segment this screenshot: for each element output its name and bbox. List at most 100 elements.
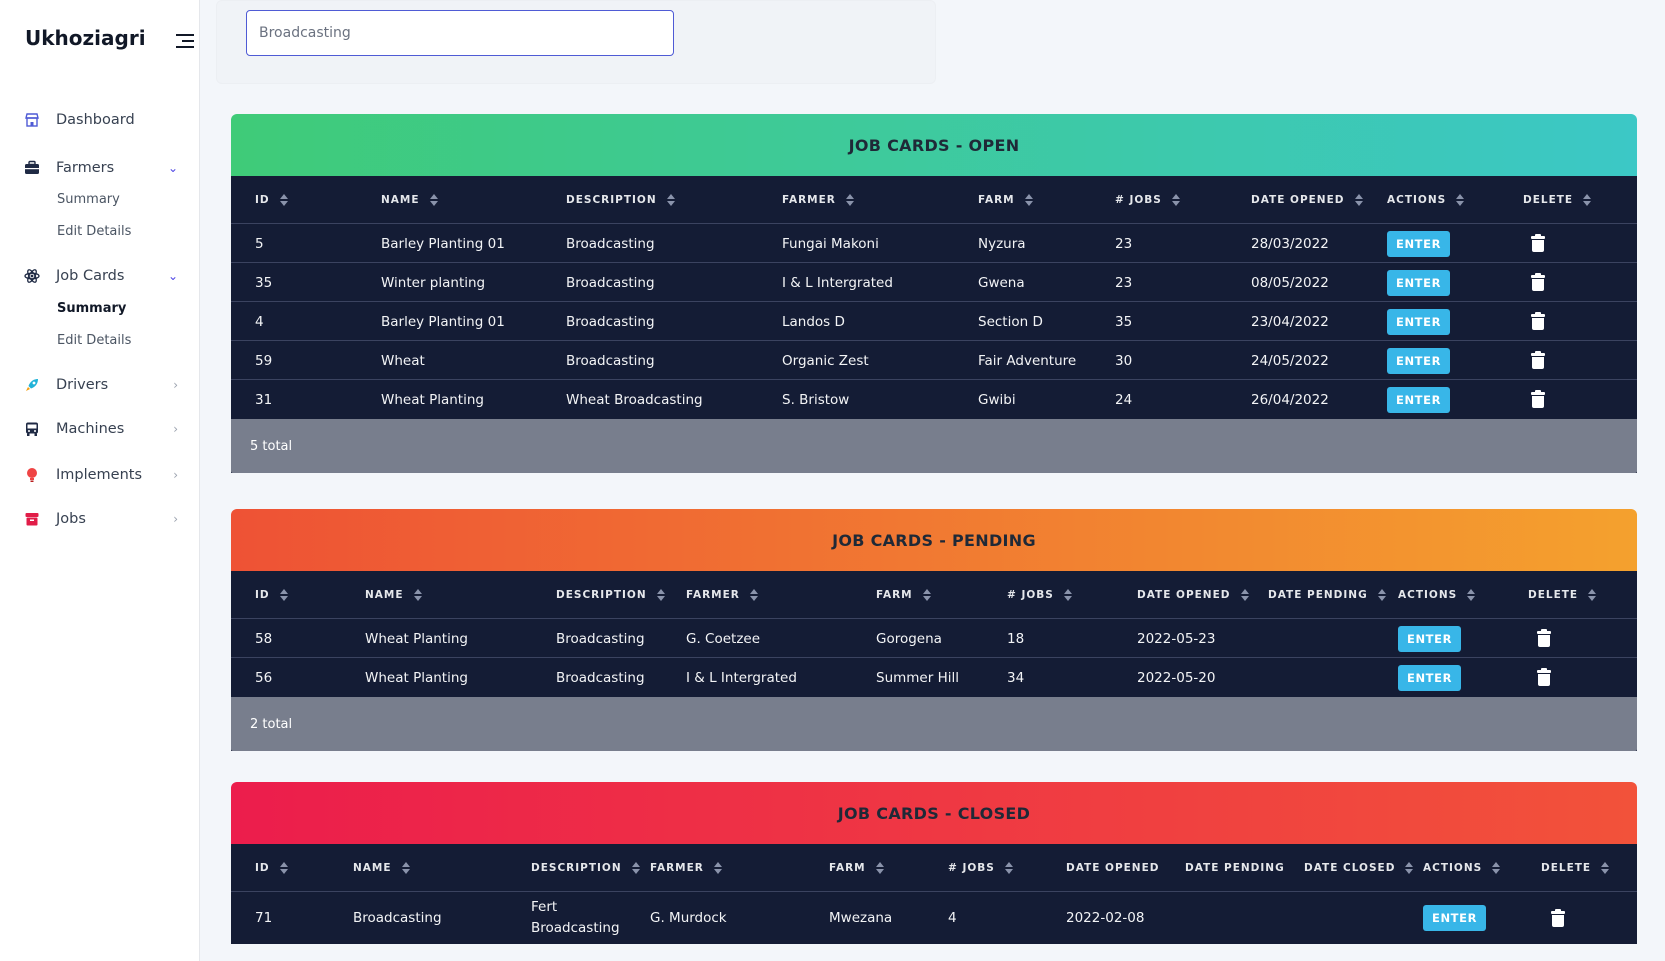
enter-button[interactable]: ENTER xyxy=(1398,625,1462,652)
col-header-farmer[interactable]: FARMER xyxy=(782,176,854,224)
atom-icon xyxy=(22,266,42,286)
sort-icon xyxy=(1583,194,1592,206)
col-header-date-opened[interactable]: DATE OPENED xyxy=(1137,571,1249,619)
cell-jobs: 4 xyxy=(948,910,957,926)
sort-icon xyxy=(413,589,422,601)
sort-icon xyxy=(1467,589,1476,601)
col-header-date-opened[interactable]: DATE OPENED xyxy=(1066,844,1160,892)
table-footer-total: 5 total xyxy=(231,419,1637,473)
sort-icon xyxy=(1063,589,1072,601)
sort-icon xyxy=(279,194,288,206)
search-input[interactable] xyxy=(246,10,674,56)
chevron-right-icon: › xyxy=(173,378,178,392)
table-body: 71 Broadcasting Fert Broadcasting G. Mur… xyxy=(231,892,1637,944)
trash-icon[interactable] xyxy=(1551,908,1565,927)
sidebar-item-label: Drivers xyxy=(56,377,109,393)
col-header-farm[interactable]: FARM xyxy=(876,571,931,619)
sidebar-item-job-cards[interactable]: Job Cards ⌄ xyxy=(22,262,182,290)
sidebar-item-machines[interactable]: Machines › xyxy=(22,415,182,443)
sort-icon xyxy=(749,589,758,601)
sidebar-subitem-job-cards-edit-details[interactable]: Edit Details xyxy=(57,333,131,348)
cell-name: Broadcasting xyxy=(353,910,442,926)
col-header-delete[interactable]: DELETE xyxy=(1528,571,1597,619)
sidebar-subitem-job-cards-summary[interactable]: Summary xyxy=(57,301,126,316)
sidebar-item-implements[interactable]: Implements › xyxy=(22,461,182,489)
sidebar-item-dashboard[interactable]: Dashboard xyxy=(22,106,182,134)
sort-icon xyxy=(922,589,931,601)
enter-button[interactable]: ENTER xyxy=(1387,269,1451,296)
panel-title: JOB CARDS - PENDING xyxy=(231,509,1637,571)
col-header-description[interactable]: DESCRIPTION xyxy=(556,571,665,619)
brand-logo[interactable]: Ukhoziagri xyxy=(25,26,146,50)
col-header-name[interactable]: NAME xyxy=(365,571,422,619)
col-header-description[interactable]: DESCRIPTION xyxy=(566,176,675,224)
table-row: 5 Barley Planting 01 Broadcasting Fungai… xyxy=(231,224,1637,263)
cell-date-opened: 26/04/2022 xyxy=(1251,391,1329,408)
cell-description: Broadcasting xyxy=(566,274,655,291)
col-header-farmer[interactable]: FARMER xyxy=(686,571,758,619)
col-header-description[interactable]: DESCRIPTION xyxy=(531,844,640,892)
col-header-name[interactable]: NAME xyxy=(353,844,410,892)
sort-icon xyxy=(401,862,410,874)
cell-date-opened: 2022-02-08 xyxy=(1066,910,1145,926)
cell-farmer: S. Bristow xyxy=(782,391,850,408)
col-header-farm[interactable]: FARM xyxy=(978,176,1033,224)
sort-icon xyxy=(1024,194,1033,206)
col-header-date-opened[interactable]: DATE OPENED xyxy=(1251,176,1363,224)
trash-icon[interactable] xyxy=(1537,668,1551,686)
col-header-id[interactable]: ID xyxy=(255,176,288,224)
trash-icon[interactable] xyxy=(1537,629,1551,647)
job-cards-pending-panel: JOB CARDS - PENDING ID NAME DESCRIPTION … xyxy=(231,509,1637,751)
panel-title: JOB CARDS - OPEN xyxy=(231,114,1637,176)
trash-icon[interactable] xyxy=(1531,390,1545,408)
col-header-jobs[interactable]: # JOBS xyxy=(1007,571,1072,619)
trash-icon[interactable] xyxy=(1531,234,1545,252)
col-header-date-pending[interactable]: DATE PENDING xyxy=(1185,844,1285,892)
col-header-id[interactable]: ID xyxy=(255,571,288,619)
col-header-delete[interactable]: DELETE xyxy=(1541,844,1610,892)
col-header-date-pending[interactable]: DATE PENDING xyxy=(1268,571,1386,619)
job-cards-open-table: ID NAME DESCRIPTION FARMER FARM # JOBS D… xyxy=(231,176,1637,473)
col-header-farmer[interactable]: FARMER xyxy=(650,844,722,892)
col-header-actions[interactable]: ACTIONS xyxy=(1398,571,1476,619)
enter-button[interactable]: ENTER xyxy=(1387,230,1451,257)
cell-date-opened: 24/05/2022 xyxy=(1251,352,1329,369)
enter-button[interactable]: ENTER xyxy=(1387,386,1451,413)
enter-button[interactable]: ENTER xyxy=(1423,905,1487,931)
job-cards-closed-table: ID NAME DESCRIPTION FARMER FARM # JOBS D… xyxy=(231,844,1637,944)
col-header-actions[interactable]: ACTIONS xyxy=(1423,844,1501,892)
sort-icon xyxy=(631,862,640,874)
cell-farmer: I & L Intergrated xyxy=(782,274,893,291)
cell-farm: Gwena xyxy=(978,274,1025,291)
enter-button[interactable]: ENTER xyxy=(1387,347,1451,374)
col-header-id[interactable]: ID xyxy=(255,844,288,892)
sidebar-item-label: Dashboard xyxy=(56,112,135,128)
col-header-actions[interactable]: ACTIONS xyxy=(1387,176,1465,224)
cell-id: 59 xyxy=(255,352,273,369)
col-header-delete[interactable]: DELETE xyxy=(1523,176,1592,224)
col-header-jobs[interactable]: # JOBS xyxy=(948,844,1013,892)
menu-toggle-icon[interactable] xyxy=(176,34,194,50)
trash-icon[interactable] xyxy=(1531,273,1545,291)
sidebar-subitem-farmers-summary[interactable]: Summary xyxy=(57,192,120,207)
sort-icon xyxy=(279,589,288,601)
cell-id: 35 xyxy=(255,274,273,291)
sidebar-item-jobs[interactable]: Jobs › xyxy=(22,505,182,533)
cell-farm: Section D xyxy=(978,313,1043,330)
sidebar-subitem-farmers-edit-details[interactable]: Edit Details xyxy=(57,224,131,239)
col-header-farm[interactable]: FARM xyxy=(829,844,884,892)
trash-icon[interactable] xyxy=(1531,351,1545,369)
sort-icon xyxy=(1601,862,1610,874)
col-header-name[interactable]: NAME xyxy=(381,176,438,224)
enter-button[interactable]: ENTER xyxy=(1398,664,1462,691)
table-header: ID NAME DESCRIPTION FARMER FARM # JOBS D… xyxy=(231,844,1637,892)
cell-farmer: I & L Intergrated xyxy=(686,669,797,686)
cell-farmer: Landos D xyxy=(782,313,845,330)
col-header-date-closed[interactable]: DATE CLOSED xyxy=(1304,844,1414,892)
col-header-jobs[interactable]: # JOBS xyxy=(1115,176,1180,224)
enter-button[interactable]: ENTER xyxy=(1387,308,1451,335)
trash-icon[interactable] xyxy=(1531,312,1545,330)
sidebar-item-drivers[interactable]: Drivers › xyxy=(22,371,182,399)
sidebar-item-farmers[interactable]: Farmers ⌄ xyxy=(22,154,182,182)
table-row: 71 Broadcasting Fert Broadcasting G. Mur… xyxy=(231,892,1637,944)
